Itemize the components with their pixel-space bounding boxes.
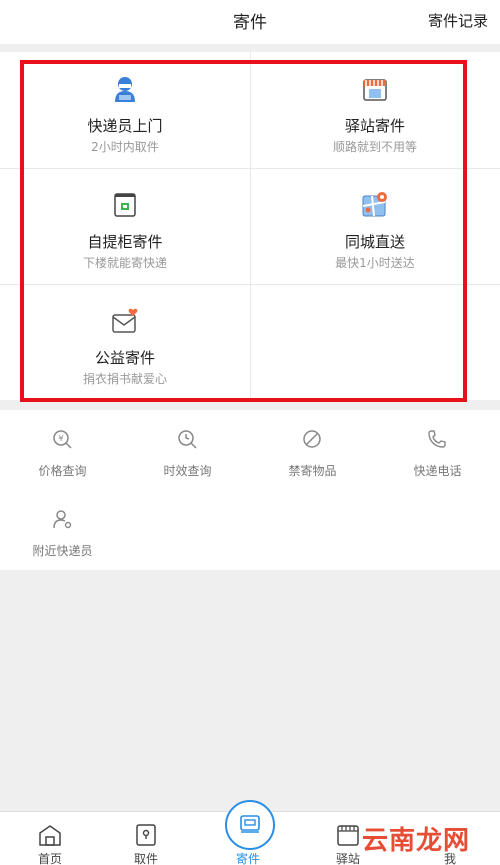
watermark-logo: 云南龙网 (362, 826, 471, 856)
prohibited-icon (303, 430, 321, 448)
locker-icon (114, 193, 136, 217)
tool-courier-phone[interactable]: 快递电话 (375, 410, 500, 490)
service-subtitle: 最快1小时送达 (335, 256, 415, 270)
tool-nearby-courier[interactable]: 附近快递员 (0, 490, 125, 570)
service-station-send[interactable]: 驿站寄件 顺路就到不用等 (250, 52, 500, 168)
tool-label: 附近快递员 (32, 544, 93, 558)
tool-label: 快递电话 (413, 464, 462, 478)
service-subtitle: 下楼就能寄快递 (82, 256, 167, 270)
service-grid: 快递员上门 2小时内取件 驿站寄件 顺路就到不用等 自提柜寄件 下楼就能寄快递 (0, 52, 500, 400)
nearby-courier-icon (53, 510, 72, 529)
courier-icon (115, 77, 135, 102)
service-label: 同城直送 (344, 233, 405, 251)
tool-label: 价格查询 (38, 464, 87, 478)
svg-text:¥: ¥ (58, 434, 63, 443)
service-label: 驿站寄件 (344, 117, 405, 135)
station-store-icon (363, 79, 387, 101)
tab-pickup[interactable]: 取件 (96, 812, 196, 865)
tool-time-query[interactable]: 时效查询 (125, 410, 250, 490)
top-header: 寄件 寄件记录 (0, 0, 500, 44)
service-subtitle: 捐衣捐书献爱心 (82, 372, 167, 386)
pickup-icon (136, 824, 156, 846)
service-locker-send[interactable]: 自提柜寄件 下楼就能寄快递 (0, 168, 250, 284)
service-subtitle: 顺路就到不用等 (332, 140, 417, 154)
send-icon (240, 815, 260, 833)
station-icon (337, 825, 359, 846)
service-label: 公益寄件 (94, 349, 155, 367)
service-label: 自提柜寄件 (87, 233, 163, 251)
charity-envelope-icon (112, 308, 138, 333)
city-map-icon (362, 192, 387, 217)
service-courier-pickup[interactable]: 快递员上门 2小时内取件 (0, 52, 250, 168)
tab-label: 寄件 (235, 852, 260, 865)
tools-panel: ¥ 价格查询 时效查询 禁寄物品 快递电话 附近快递员 (0, 410, 500, 570)
service-charity-send[interactable]: 公益寄件 捐衣捐书献爱心 (0, 284, 250, 400)
tab-label: 取件 (133, 852, 158, 865)
service-subtitle: 2小时内取件 (91, 140, 159, 154)
tool-price-query[interactable]: ¥ 价格查询 (0, 410, 125, 490)
send-record-link[interactable]: 寄件记录 (428, 10, 488, 31)
tab-label: 首页 (37, 852, 62, 865)
page-title: 寄件 (233, 13, 267, 33)
send-tab-bubble[interactable] (225, 800, 275, 850)
tool-label: 禁寄物品 (288, 464, 337, 478)
tool-label: 时效查询 (163, 464, 212, 478)
phone-icon (428, 430, 446, 448)
clock-search-icon (178, 430, 197, 449)
tool-prohibited-items[interactable]: 禁寄物品 (250, 410, 375, 490)
price-search-icon: ¥ (53, 430, 72, 449)
service-same-city[interactable]: 同城直送 最快1小时送达 (250, 168, 500, 284)
home-icon (39, 825, 61, 846)
tab-home[interactable]: 首页 (0, 812, 100, 865)
service-label: 快递员上门 (87, 117, 163, 135)
